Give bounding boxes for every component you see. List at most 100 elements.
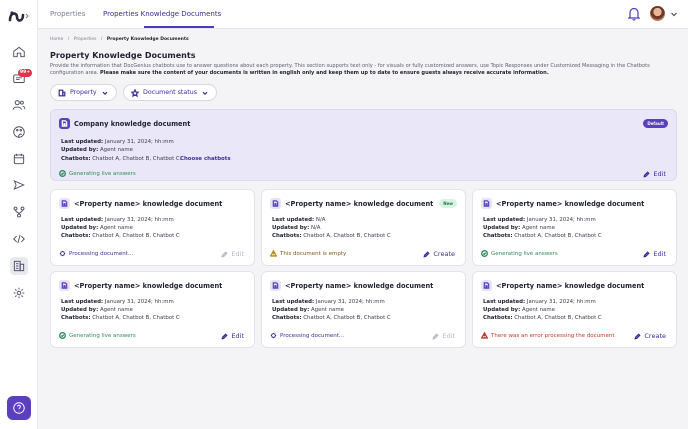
document-icon	[270, 198, 281, 209]
card-status-text: Processing document...	[280, 332, 345, 339]
document-icon	[59, 198, 70, 209]
active-tab-indicator	[144, 26, 214, 28]
updated-by: Updated by: Agent name	[61, 147, 133, 153]
nav-palette-icon[interactable]	[10, 123, 28, 141]
breadcrumb-home[interactable]: Home	[50, 37, 63, 42]
updated-by-value: N/A	[310, 225, 321, 231]
edit-button-label: Edit	[653, 250, 666, 258]
page-title: Property Knowledge Documents	[50, 51, 196, 60]
card-status-text: Generating live answers	[69, 170, 136, 177]
property-knowledge-card[interactable]: <Property name> knowledge document Last …	[472, 271, 677, 348]
chevron-down-icon[interactable]	[670, 10, 678, 18]
updated-by-label: Updated by:	[61, 225, 99, 231]
top-bar: Properties Properties Knowledge Document…	[38, 0, 688, 29]
document-icon	[59, 118, 70, 129]
alert-triangle-icon	[481, 332, 488, 339]
document-icon	[481, 198, 492, 209]
property-knowledge-card[interactable]: <Property name> knowledge document Last …	[50, 189, 255, 266]
breadcrumb-properties[interactable]: Properties	[74, 37, 97, 42]
document-icon	[481, 280, 492, 291]
chatbots-value: Chatbot A, Chatbot B, Chatbot C	[514, 315, 602, 321]
document-status-filter[interactable]: Document status	[123, 84, 217, 101]
edit-button-label: Edit	[653, 170, 666, 178]
star-icon	[131, 88, 139, 97]
edit-button[interactable]: Edit	[221, 332, 244, 340]
pencil-icon	[221, 332, 229, 340]
updated-by-label: Updated by:	[272, 307, 310, 313]
updated-by-value: Agent name	[99, 147, 133, 153]
breadcrumb-separator: /	[67, 37, 70, 42]
card-status: Processing document...	[270, 332, 344, 339]
last-updated: Last updated: January 31, 2024; hh:mm	[272, 299, 385, 305]
updated-by: Updated by: Agent name	[61, 307, 133, 313]
main-content: Home / Properties / Property Knowledge D…	[38, 29, 688, 429]
chatbots-label: Chatbots:	[61, 315, 91, 321]
last-updated-label: Last updated:	[272, 299, 315, 305]
chatbots: Chatbots: Chatbot A, Chatbot B, Chatbot …	[272, 315, 391, 321]
pencil-icon	[221, 250, 229, 258]
updated-by: Updated by: Agent name	[483, 307, 555, 313]
edit-button-label: Edit	[231, 332, 244, 340]
property-knowledge-card[interactable]: <Property name> knowledge document New L…	[261, 189, 466, 266]
updated-by: Updated by: N/A	[272, 225, 321, 231]
updated-by-value: Agent name	[310, 307, 344, 313]
last-updated: Last updated: N/A	[272, 217, 325, 223]
property-knowledge-card[interactable]: <Property name> knowledge document Last …	[472, 189, 677, 266]
last-updated-label: Last updated:	[272, 217, 315, 223]
property-filter[interactable]: Property	[50, 84, 117, 101]
chatbots-label: Chatbots:	[483, 233, 513, 239]
last-updated: Last updated: January 31, 2024; hh:mm	[61, 139, 174, 145]
pencil-icon	[423, 250, 431, 258]
nav-code-icon[interactable]	[10, 230, 28, 248]
edit-button-label: Edit	[231, 250, 244, 258]
edit-button[interactable]: Edit	[643, 250, 666, 258]
updated-by-label: Updated by:	[61, 307, 99, 313]
choose-chatbots-link[interactable]: Choose chatbots	[180, 156, 231, 162]
docgenius-logo-icon[interactable]	[8, 8, 30, 24]
processing-icon	[270, 332, 277, 339]
updated-by-label: Updated by:	[272, 225, 310, 231]
create-button-label: Create	[433, 250, 455, 258]
chatbots: Chatbots: Chatbot A, Chatbot B, Chatbot …	[483, 233, 602, 239]
chatbots-label: Chatbots:	[272, 315, 302, 321]
card-title: <Property name> knowledge document	[285, 200, 434, 208]
nav-building-icon[interactable]	[10, 257, 28, 275]
edit-button[interactable]: Edit	[643, 170, 666, 178]
chatbots-label: Chatbots:	[61, 233, 91, 239]
edit-button-label: Edit	[442, 332, 455, 340]
updated-by-label: Updated by:	[61, 147, 99, 153]
chatbots-label: Chatbots:	[61, 156, 91, 162]
tab-properties[interactable]: Properties	[50, 10, 85, 18]
chatbots-label: Chatbots:	[483, 315, 513, 321]
last-updated-value: January 31, 2024; hh:mm	[526, 217, 596, 223]
edit-button[interactable]: Edit	[221, 250, 244, 258]
help-button[interactable]	[7, 396, 31, 420]
create-button[interactable]: Create	[423, 250, 455, 258]
check-circle-icon	[59, 170, 66, 177]
nav-send-icon[interactable]	[10, 176, 28, 194]
tab-properties-knowledge-documents[interactable]: Properties Knowledge Documents	[103, 10, 221, 18]
pencil-icon	[643, 170, 651, 178]
nav-workflow-icon[interactable]	[10, 203, 28, 221]
create-button[interactable]: Create	[634, 332, 666, 340]
nav-gear-icon[interactable]	[10, 284, 28, 302]
card-title: <Property name> knowledge document	[285, 282, 434, 290]
nav-calendar-icon[interactable]	[10, 150, 28, 168]
last-updated: Last updated: January 31, 2024; hh:mm	[61, 299, 174, 305]
company-knowledge-card[interactable]: Company knowledge document Default Last …	[50, 109, 677, 181]
property-knowledge-card[interactable]: <Property name> knowledge document Last …	[50, 271, 255, 348]
card-status: This document is empty	[270, 250, 346, 257]
breadcrumb: Home / Properties / Property Knowledge D…	[50, 37, 189, 42]
card-title: <Property name> knowledge document	[74, 282, 223, 290]
avatar[interactable]	[650, 6, 665, 21]
card-status-text: This document is empty	[280, 250, 347, 257]
nav-users-icon[interactable]	[10, 96, 28, 114]
bell-icon[interactable]	[628, 7, 640, 21]
card-status-text: There was an error processing the docume…	[491, 332, 615, 339]
nav-home-icon[interactable]	[10, 43, 28, 61]
edit-button[interactable]: Edit	[432, 332, 455, 340]
card-title: <Property name> knowledge document	[496, 282, 645, 290]
property-knowledge-card[interactable]: <Property name> knowledge document Last …	[261, 271, 466, 348]
last-updated-value: January 31, 2024; hh:mm	[104, 217, 174, 223]
chatbots-value: Chatbot A, Chatbot B, Chatbot C	[514, 233, 602, 239]
